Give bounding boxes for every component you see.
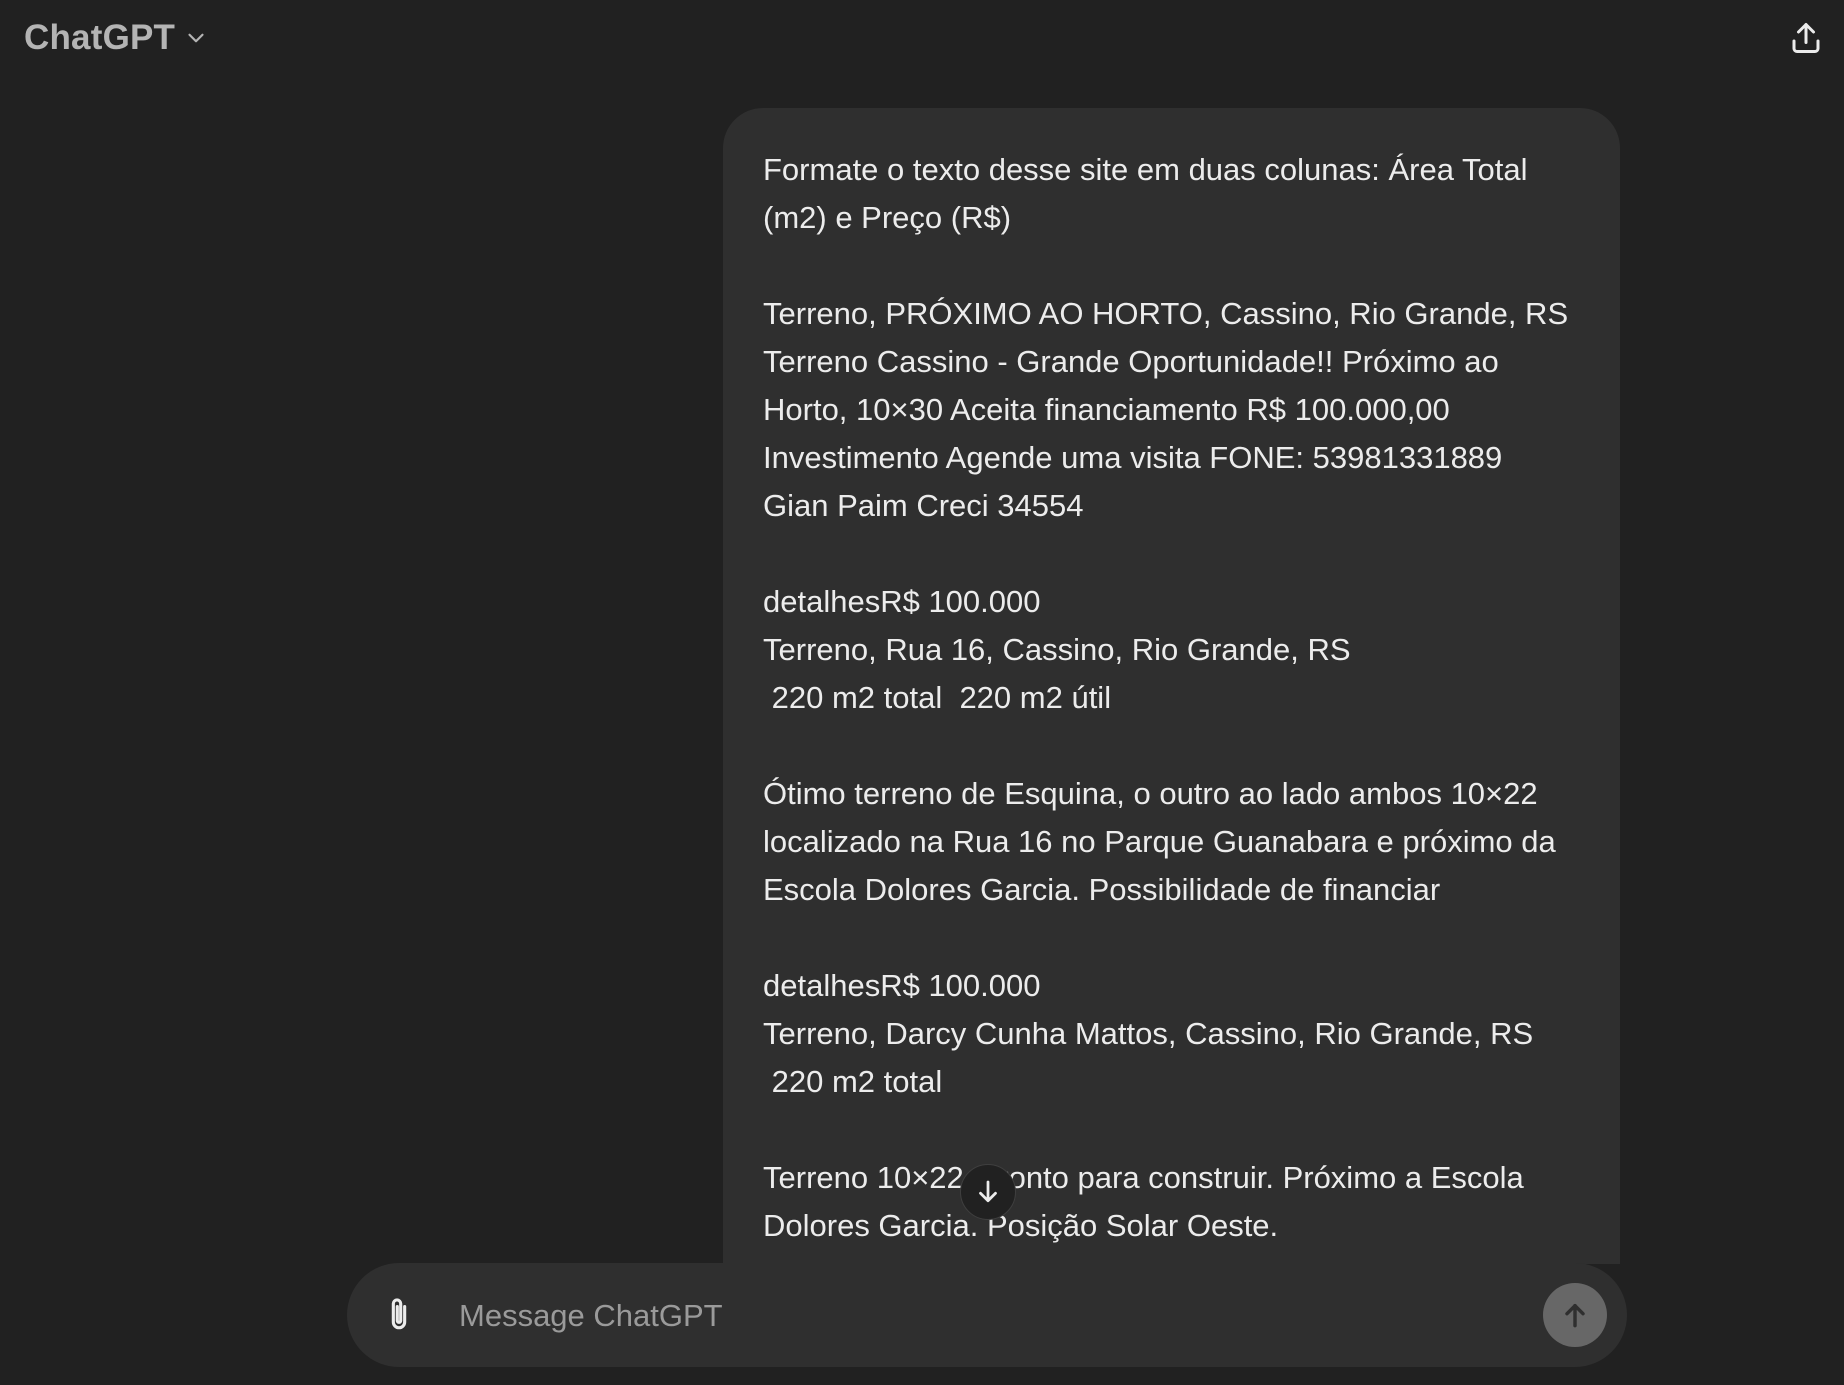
message-line — [763, 530, 1580, 578]
message-line: (m2) e Preço (R$) — [763, 200, 1012, 235]
share-button[interactable] — [1778, 10, 1834, 66]
message-line: detalhesR$ 100.000 — [763, 584, 1041, 619]
message-line: 220 m2 total 220 m2 útil — [763, 680, 1112, 715]
message-line — [763, 1106, 1580, 1154]
message-line: Dolores Garcia. Posição Solar Oeste. — [763, 1208, 1279, 1243]
send-button[interactable] — [1543, 1283, 1607, 1347]
attach-button[interactable] — [369, 1285, 429, 1345]
message-line — [763, 722, 1580, 770]
top-bar: ChatGPT — [0, 0, 1844, 76]
model-selector[interactable]: ChatGPT — [12, 12, 221, 64]
chat-thread[interactable]: Formate o texto desse site em duas colun… — [0, 76, 1844, 1264]
user-message-bubble: Formate o texto desse site em duas colun… — [723, 108, 1620, 1264]
message-line: Terreno, PRÓXIMO AO HORTO, Cassino, Rio … — [763, 296, 1569, 331]
scroll-to-bottom-button[interactable] — [960, 1164, 1016, 1220]
message-input[interactable] — [457, 1287, 1471, 1345]
message-line: Formate o texto desse site em duas colun… — [763, 152, 1528, 187]
message-line: 220 m2 total — [763, 1064, 943, 1099]
share-upload-icon — [1792, 23, 1820, 53]
model-name: ChatGPT — [24, 18, 176, 57]
message-line: Terreno, Rua 16, Cassino, Rio Grande, RS — [763, 632, 1351, 667]
message-line: Terreno 10×22, pronto para construir. Pr… — [763, 1160, 1524, 1195]
message-line: Escola Dolores Garcia. Possibilidade de … — [763, 872, 1441, 907]
arrow-up-icon — [1565, 1303, 1585, 1328]
arrow-down-icon — [979, 1180, 997, 1203]
paperclip-icon — [391, 1298, 407, 1330]
chevron-down-icon — [188, 33, 204, 43]
message-line: Investimento Agende uma visita FONE: 539… — [763, 440, 1503, 475]
message-line: detalhesR$ 100.000 — [763, 968, 1041, 1003]
message-line: Terreno, Darcy Cunha Mattos, Cassino, Ri… — [763, 1016, 1534, 1051]
message-composer — [347, 1263, 1627, 1367]
message-line: Horto, 10×30 Aceita financiamento R$ 100… — [763, 392, 1450, 427]
message-line: Terreno Cassino - Grande Oportunidade!! … — [763, 344, 1499, 379]
user-message-text: Formate o texto desse site em duas colun… — [763, 146, 1580, 1250]
message-line — [763, 914, 1580, 962]
message-line: Ótimo terreno de Esquina, o outro ao lad… — [763, 776, 1538, 811]
message-line: localizado na Rua 16 no Parque Guanabara… — [763, 824, 1556, 859]
message-line — [763, 242, 1580, 290]
message-line: Gian Paim Creci 34554 — [763, 488, 1084, 523]
